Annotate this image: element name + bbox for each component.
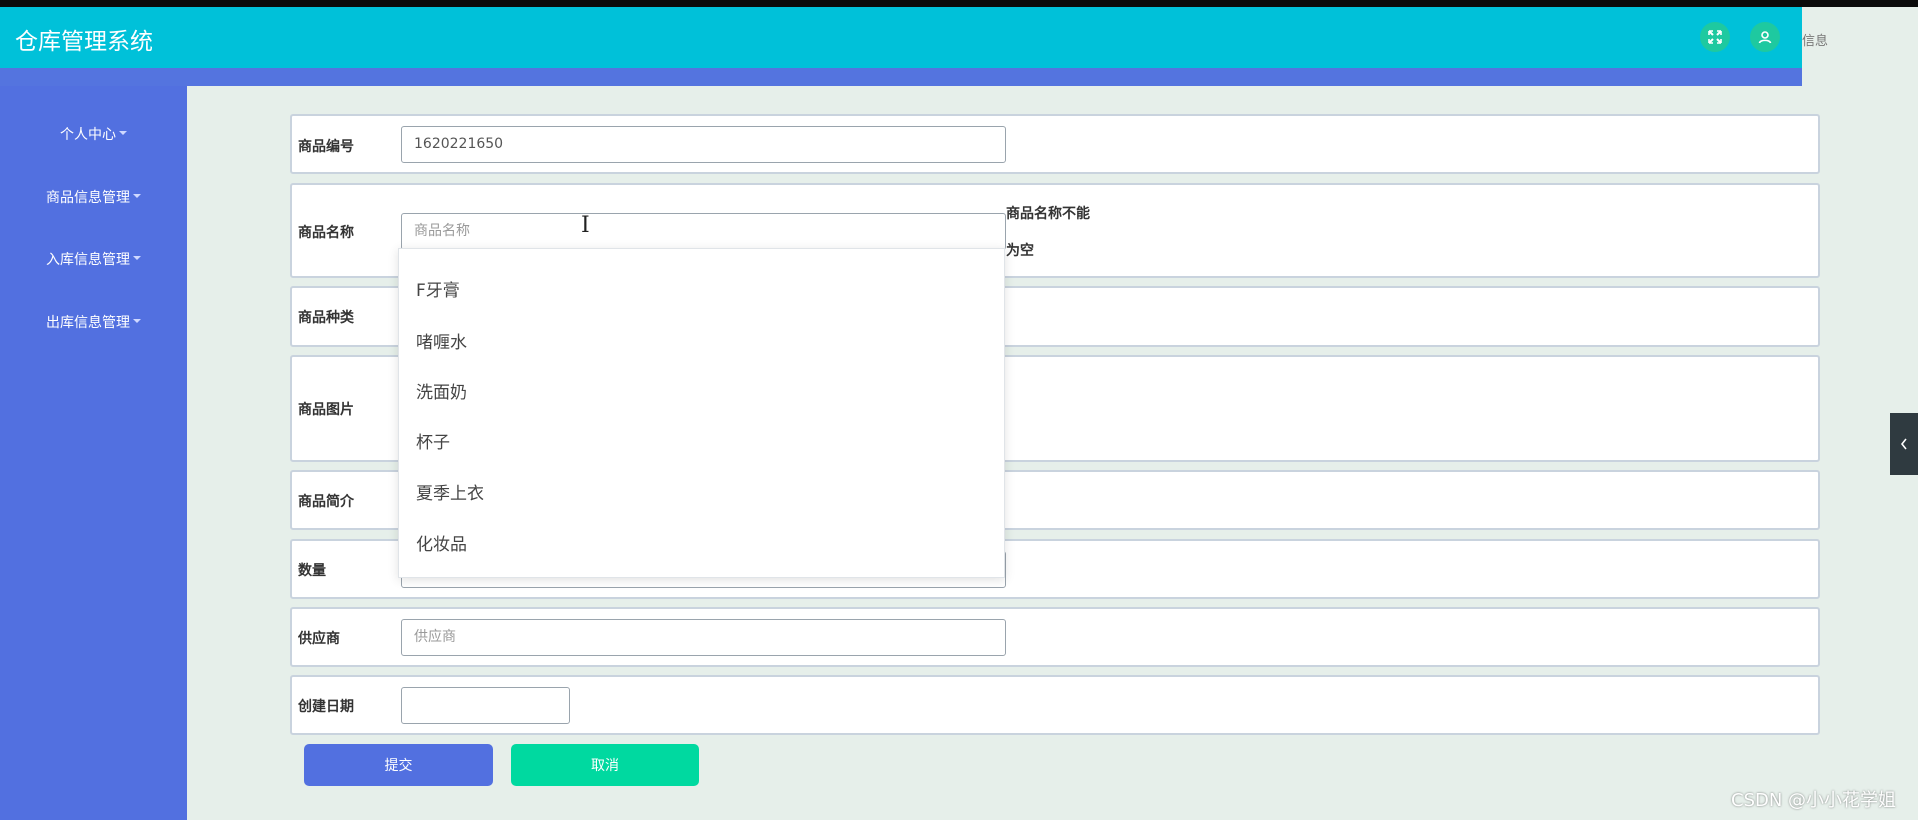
product-name-dropdown: F牙膏 啫喱水 洗面奶 杯子 夏季上衣 化妆品 <box>398 248 1005 578</box>
form-row-product-code: 商品编号 1620221650 <box>290 114 1820 174</box>
form-row-created-date: 创建日期 <box>290 675 1820 735</box>
product-code-label: 商品编号 <box>298 139 354 155</box>
caret-down-icon <box>119 131 127 135</box>
supplier-label: 供应商 <box>298 631 340 647</box>
caret-down-icon <box>133 319 141 323</box>
product-name-label: 商品名称 <box>298 225 354 241</box>
app-header <box>0 7 1802 68</box>
fullscreen-icon <box>1708 30 1722 44</box>
user-button[interactable] <box>1750 22 1780 52</box>
dropdown-option[interactable]: 洗面奶 <box>416 378 467 403</box>
caret-down-icon <box>133 256 141 260</box>
product-name-error: 商品名称不能 <box>1006 206 1090 222</box>
dropdown-option[interactable]: F牙膏 <box>416 276 460 301</box>
window-top-edge <box>0 0 1918 7</box>
header-accent-strip <box>0 68 1802 86</box>
watermark: CSDN @小小花学姐 <box>1731 790 1897 811</box>
dropdown-option[interactable]: 杯子 <box>416 428 450 453</box>
chevron-left-icon <box>1900 438 1907 450</box>
product-category-label: 商品种类 <box>298 310 354 326</box>
created-date-input[interactable] <box>401 687 570 724</box>
sidebar-item-personal-center[interactable]: 个人中心 <box>0 124 187 144</box>
text-cursor-icon: I <box>581 213 590 238</box>
sidebar-item-label: 商品信息管理 <box>46 190 130 206</box>
caret-down-icon <box>133 194 141 198</box>
product-name-error-cont: 为空 <box>1006 243 1034 259</box>
app-title: 仓库管理系统 <box>15 29 153 55</box>
sidebar-item-outbound-management[interactable]: 出库信息管理 <box>0 312 187 332</box>
cancel-button[interactable]: 取消 <box>511 744 699 786</box>
sidebar: 个人中心 商品信息管理 入库信息管理 出库信息管理 <box>0 86 187 820</box>
dropdown-option[interactable]: 夏季上衣 <box>416 479 484 504</box>
product-name-input[interactable]: 商品名称 <box>401 213 1006 250</box>
collapse-panel-button[interactable] <box>1890 413 1918 475</box>
sidebar-item-label: 入库信息管理 <box>46 252 130 268</box>
submit-button[interactable]: 提交 <box>304 744 493 786</box>
supplier-input[interactable]: 供应商 <box>401 619 1006 656</box>
user-icon <box>1758 31 1772 44</box>
sidebar-item-inbound-management[interactable]: 入库信息管理 <box>0 249 187 269</box>
quantity-label: 数量 <box>298 563 326 579</box>
dropdown-option[interactable]: 化妆品 <box>416 530 467 555</box>
product-image-label: 商品图片 <box>298 402 354 418</box>
product-code-input[interactable]: 1620221650 <box>401 126 1006 163</box>
form-row-supplier: 供应商 供应商 <box>290 607 1820 667</box>
fullscreen-button[interactable] <box>1700 22 1730 52</box>
product-intro-label: 商品简介 <box>298 494 354 510</box>
sidebar-item-label: 个人中心 <box>60 127 116 143</box>
sidebar-item-product-management[interactable]: 商品信息管理 <box>0 187 187 207</box>
created-date-label: 创建日期 <box>298 699 354 715</box>
dropdown-option[interactable]: 啫喱水 <box>416 328 467 353</box>
sidebar-item-label: 出库信息管理 <box>46 315 130 331</box>
user-info-link[interactable]: 信息 <box>1802 30 1828 49</box>
